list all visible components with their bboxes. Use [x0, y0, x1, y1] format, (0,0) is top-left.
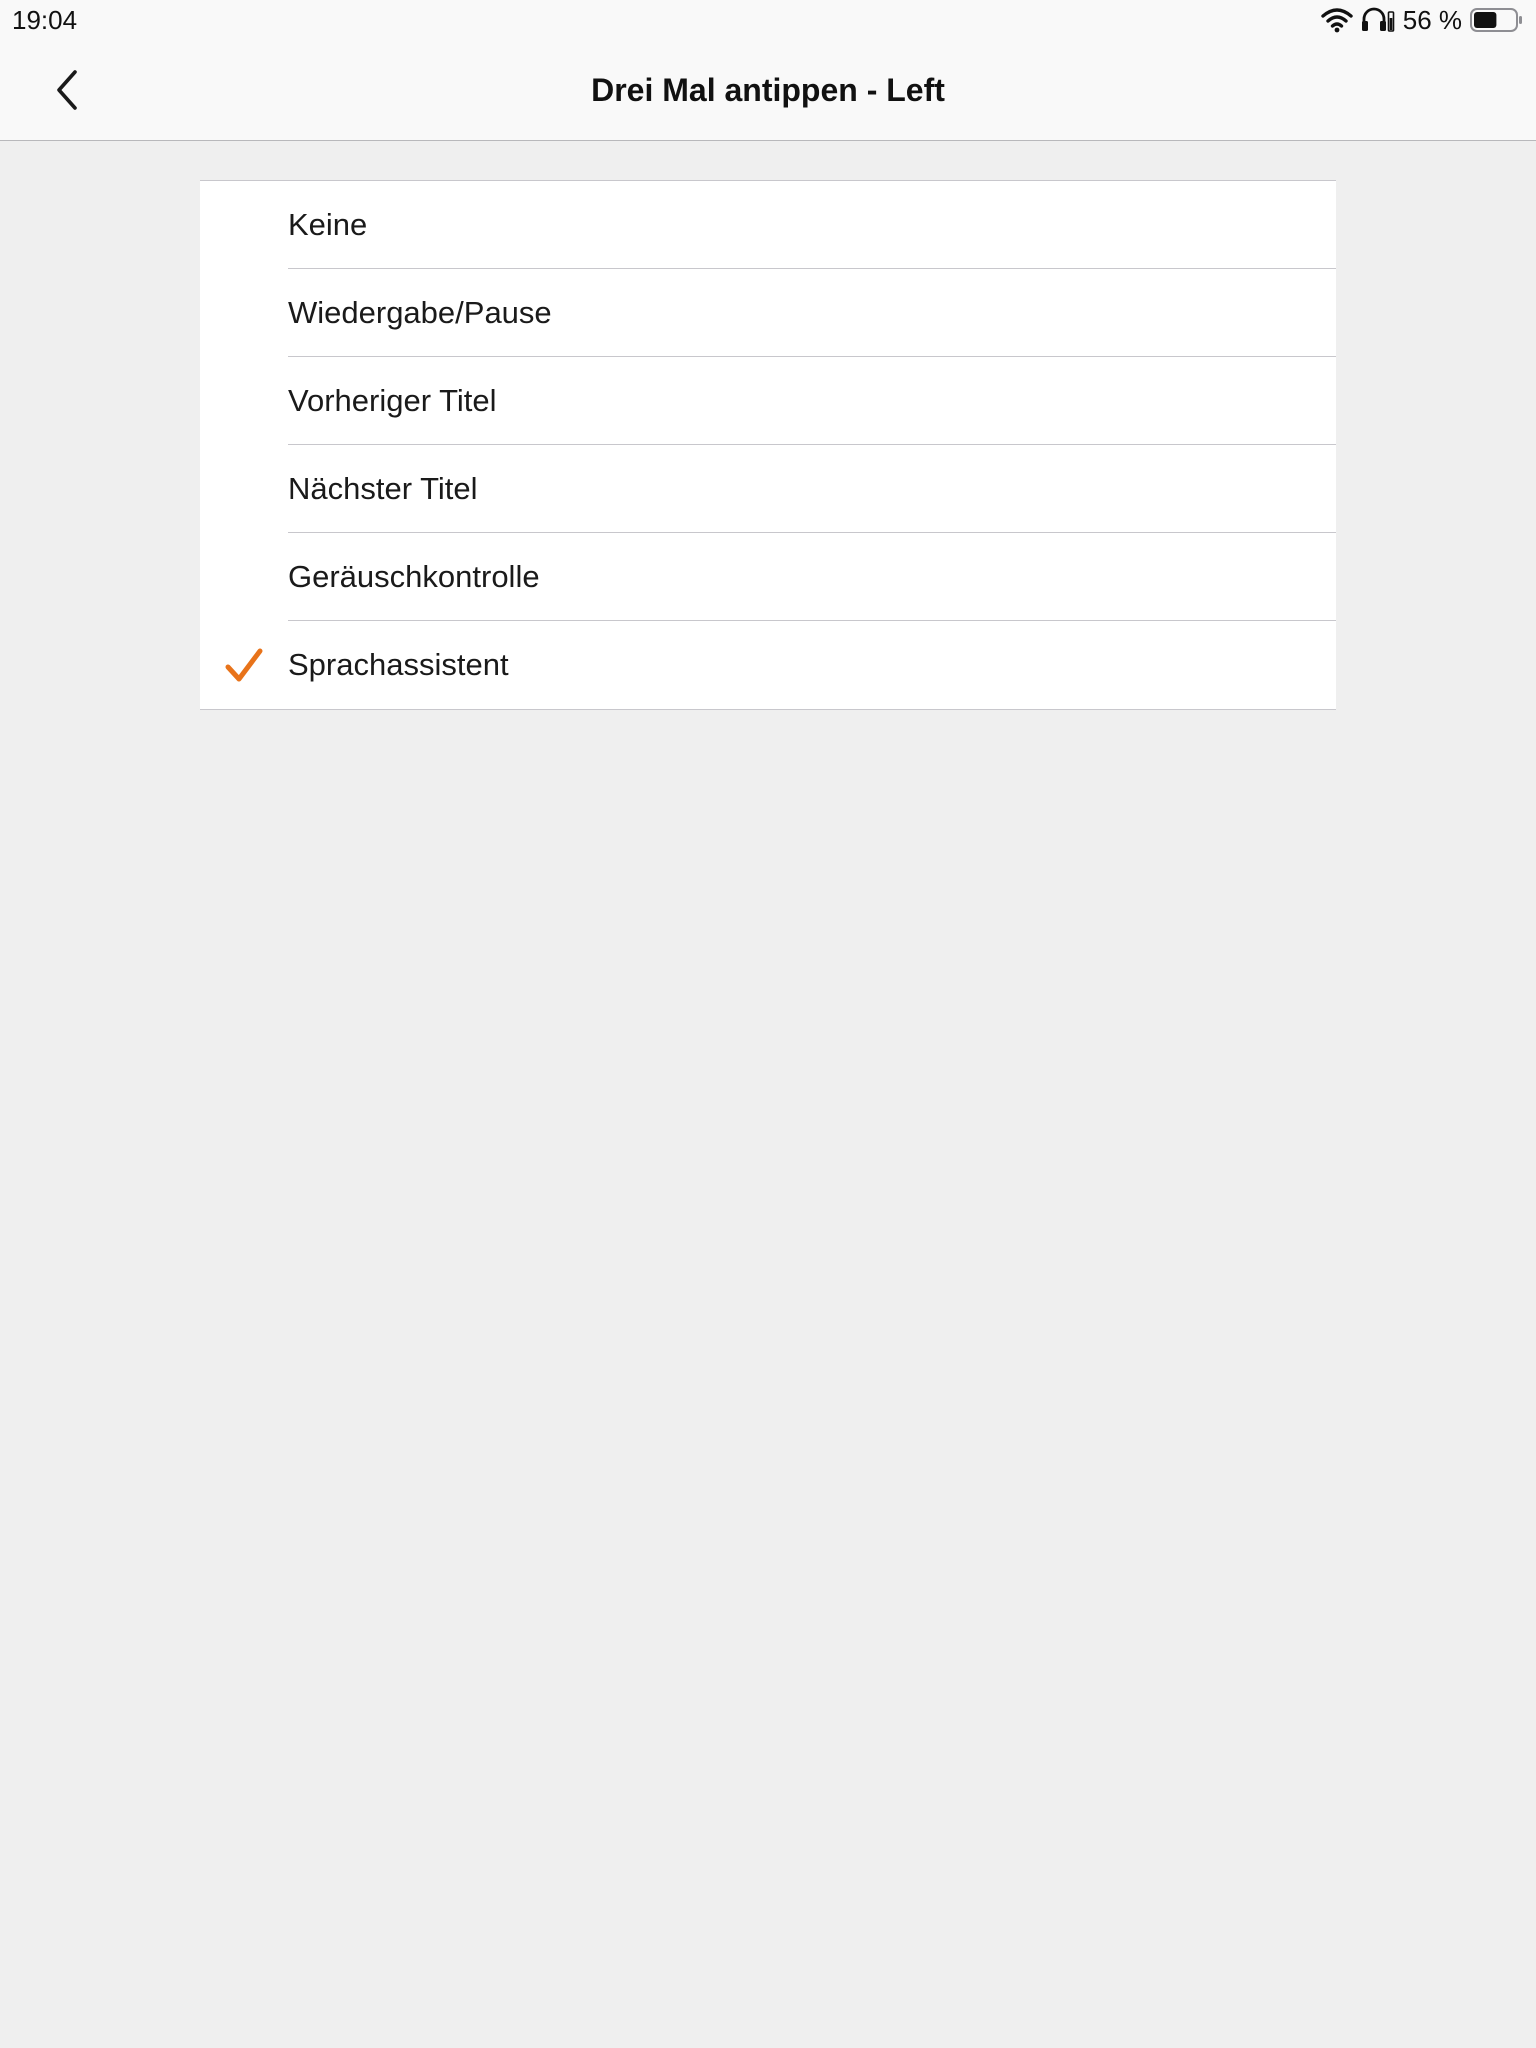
status-indicators: 56 % — [1321, 4, 1524, 36]
list-item-label: Geräuschkontrolle — [288, 559, 540, 594]
back-button[interactable] — [40, 62, 96, 118]
status-bar: 19:04 56 % — [0, 0, 1536, 40]
headphones-icon — [1361, 7, 1395, 33]
list-item-label: Sprachassistent — [288, 647, 509, 682]
list-item-wiedergabe-pause[interactable]: Wiedergabe/Pause — [200, 269, 1336, 357]
list-item-keine[interactable]: Keine — [200, 181, 1336, 269]
checkmark-icon — [224, 645, 264, 685]
navigation-bar: Drei Mal antippen - Left — [0, 40, 1536, 141]
chevron-left-icon — [53, 68, 83, 112]
options-list: Keine Wiedergabe/Pause Vorheriger Titel … — [200, 180, 1336, 710]
battery-icon — [1470, 7, 1524, 33]
list-item-label: Keine — [288, 207, 368, 242]
list-item-geraeuschkontrolle[interactable]: Geräuschkontrolle — [200, 533, 1336, 621]
list-item-label: Vorheriger Titel — [288, 383, 497, 418]
list-item-label: Wiedergabe/Pause — [288, 295, 552, 330]
battery-percent: 56 % — [1402, 5, 1462, 35]
list-item-vorheriger-titel[interactable]: Vorheriger Titel — [200, 357, 1336, 445]
list-item-label: Nächster Titel — [288, 471, 478, 506]
status-time: 19:04 — [12, 5, 78, 35]
page-title: Drei Mal antippen - Left — [591, 72, 945, 108]
wifi-icon — [1321, 7, 1353, 33]
list-item-naechster-titel[interactable]: Nächster Titel — [200, 445, 1336, 533]
list-item-sprachassistent[interactable]: Sprachassistent — [200, 621, 1336, 709]
